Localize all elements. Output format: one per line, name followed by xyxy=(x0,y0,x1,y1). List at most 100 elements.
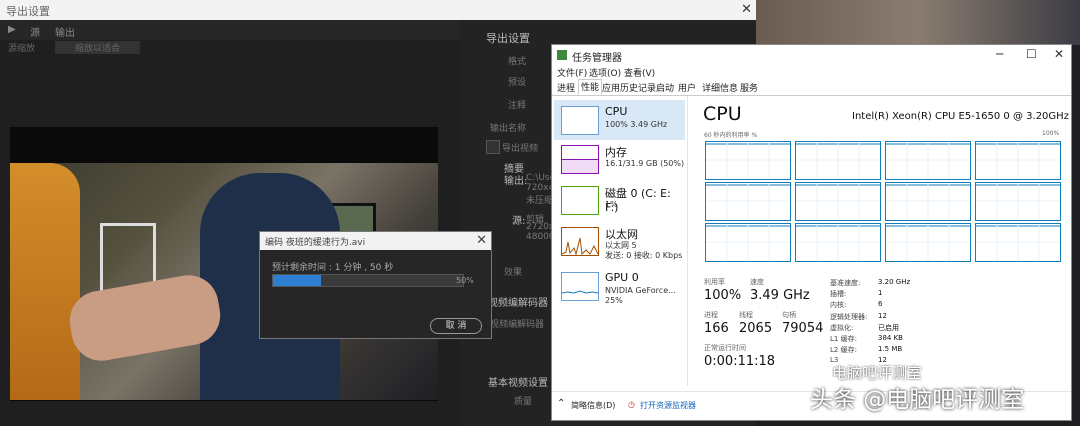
cpu-core-graph xyxy=(795,223,881,262)
tab-effects[interactable]: 效果 xyxy=(504,265,522,278)
sidebar-item-label: CPU xyxy=(605,105,628,118)
open-resource-monitor-link[interactable]: 打开资源监视器 xyxy=(640,400,696,411)
preset-label: 预设 xyxy=(508,78,527,88)
sidebar-item-sub2: 发送: 0 接收: 0 Kbps xyxy=(605,251,683,260)
close-icon[interactable]: ✕ xyxy=(1054,47,1064,61)
sidebar-item-memory[interactable]: 内存 16.1/31.9 GB (50%) xyxy=(554,139,685,179)
quality-label: 质量 xyxy=(514,397,533,407)
task-manager-icon xyxy=(557,50,567,60)
sidebar-item-label: GPU 0 xyxy=(605,271,639,284)
speed-label: 速度 xyxy=(750,278,764,286)
export-titlebar: 导出设置 ✕ xyxy=(0,0,756,20)
tab-processes[interactable]: 进程 xyxy=(557,81,575,94)
resource-monitor-icon: ◷ xyxy=(628,400,635,409)
cpu-core-graph xyxy=(975,141,1061,180)
sidebar-item-label: 以太网 xyxy=(605,228,638,241)
sidebar-item-sub: NVIDIA GeForce... xyxy=(605,286,676,295)
close-icon[interactable]: ✕ xyxy=(741,2,752,17)
tab-services[interactable]: 服务 xyxy=(740,81,758,94)
cpu-core-graph xyxy=(885,182,971,221)
export-video-checkbox[interactable] xyxy=(486,140,500,154)
chevron-up-icon[interactable]: ⌃ xyxy=(557,398,565,409)
cpu-core-graph xyxy=(885,141,971,180)
progress-fill xyxy=(273,275,321,286)
menu-file[interactable]: 文件(F) xyxy=(557,66,587,79)
sidebar-item-cpu[interactable]: CPU 100% 3.49 GHz xyxy=(554,100,685,140)
sidebar-item-disk[interactable]: 磁盘 0 (C: E: F:) 1% xyxy=(554,180,685,220)
memory-thumbnail xyxy=(561,145,599,174)
sidebar-item-sub: 1% xyxy=(605,200,618,209)
tab-performance[interactable]: 性能 xyxy=(578,79,603,95)
task-manager-tabs: 进程 性能 应用历史记录 启动 用户 详细信息 服务 xyxy=(552,79,1071,96)
task-manager-menubar: 文件(F) 选项(O) 查看(V) xyxy=(552,65,1071,79)
eta-text: 预计剩余时间 : 1 分钟 , 50 秒 xyxy=(272,263,394,273)
uptime-label: 正常运行时间 xyxy=(704,344,746,352)
cpu-core-graph xyxy=(975,223,1061,262)
source-scaling-select[interactable]: 缩放以适合 xyxy=(55,41,141,54)
cpu-detail-label: 内核: xyxy=(830,301,847,310)
utilization-graph-max: 100% xyxy=(1042,130,1060,137)
progress-percent: 50% xyxy=(456,276,474,285)
processes-label: 进程 xyxy=(704,311,718,319)
output-uncompressed: 未压缩 xyxy=(526,196,554,206)
cpu-core-graph xyxy=(705,141,791,180)
cpu-detail-label: L2 缓存: xyxy=(830,346,857,355)
cpu-thumbnail xyxy=(561,106,599,135)
video-codec-label: 视频编解码器 xyxy=(490,320,545,330)
progress-title: 编码 夜班的缓速行为.avi xyxy=(265,238,366,248)
sidebar-item-gpu[interactable]: GPU 0 NVIDIA GeForce... 25% xyxy=(554,266,685,306)
tab-output[interactable]: 输出 xyxy=(55,24,75,39)
performance-sidebar: CPU 100% 3.49 GHz 内存 16.1/31.9 GB (50%) … xyxy=(552,96,688,386)
watermark: 头条 @电脑吧评测室 xyxy=(810,387,1025,413)
cpu-core-graph xyxy=(705,182,791,221)
progress-bar xyxy=(272,274,464,287)
tab-app-history[interactable]: 应用历史记录 xyxy=(602,81,656,94)
utilization-label: 利用率 xyxy=(704,278,725,286)
close-icon[interactable]: ✕ xyxy=(476,233,487,248)
cpu-core-graph xyxy=(795,182,881,221)
sidebar-item-label: 内存 xyxy=(605,146,627,159)
maximize-icon[interactable]: ☐ xyxy=(1026,47,1037,61)
sidebar-item-ethernet[interactable]: 以太网 以太网 5 发送: 0 接收: 0 Kbps xyxy=(554,221,685,261)
cpu-detail-label: 逻辑处理器: xyxy=(830,312,868,321)
sidebar-item-sub: 16.1/31.9 GB (50%) xyxy=(605,159,685,168)
cpu-core-graph xyxy=(705,223,791,262)
menu-view[interactable]: 查看(V) xyxy=(624,66,655,79)
tab-details[interactable]: 详细信息 xyxy=(702,81,738,94)
export-tabs: ▶ 源 输出 xyxy=(0,20,460,40)
format-label: 格式 xyxy=(508,57,527,67)
cpu-detail-value: 12 xyxy=(878,311,887,320)
speed-value: 3.49 GHz xyxy=(750,288,810,303)
gpu-thumbnail xyxy=(561,272,599,301)
encoding-progress-dialog: 编码 夜班的缓速行为.avi ✕ 预计剩余时间 : 1 分钟 , 50 秒 50… xyxy=(259,231,492,339)
cpu-detail-value: 384 KB xyxy=(878,334,903,342)
cpu-core-graph xyxy=(795,141,881,180)
output-name-label: 输出名称 xyxy=(490,124,527,134)
cpu-detail-value: 1.5 MB xyxy=(878,345,903,354)
source-scaling-row: 源缩放 缩放以适合 xyxy=(0,40,460,54)
person-orange-in-video xyxy=(10,163,80,400)
sidebar-item-sub: 100% 3.49 GHz xyxy=(605,120,668,129)
source-label: 源: xyxy=(512,216,526,227)
tab-users[interactable]: 用户 xyxy=(678,81,696,94)
cancel-button[interactable]: 取 消 xyxy=(430,318,482,334)
minimize-icon[interactable]: ─ xyxy=(996,47,1003,61)
tab-source[interactable]: 源 xyxy=(30,24,40,39)
comments-label: 注释 xyxy=(508,101,527,111)
cpu-heading: CPU xyxy=(703,103,742,125)
handles-label: 句柄 xyxy=(782,311,796,319)
source-scaling-label: 源缩放 xyxy=(8,44,36,54)
fewer-details-link[interactable]: 简略信息(D) xyxy=(571,400,615,411)
handles-value: 79054 xyxy=(782,321,824,336)
export-video-label: 导出视频 xyxy=(502,144,539,154)
disk-thumbnail xyxy=(561,186,599,215)
cpu-detail-value: 6 xyxy=(878,300,883,309)
output-label: 输出: xyxy=(504,176,528,187)
cpu-model: Intel(R) Xeon(R) CPU E5-1650 0 @ 3.20GHz xyxy=(852,111,1069,122)
tab-startup[interactable]: 启动 xyxy=(656,81,674,94)
processes-value: 166 xyxy=(704,321,729,336)
sidebar-item-sub: 以太网 5 xyxy=(605,241,637,250)
sidebar-item-sub2: 25% xyxy=(605,296,623,305)
play-icon[interactable]: ▶ xyxy=(8,24,16,35)
menu-options[interactable]: 选项(O) xyxy=(589,66,621,79)
